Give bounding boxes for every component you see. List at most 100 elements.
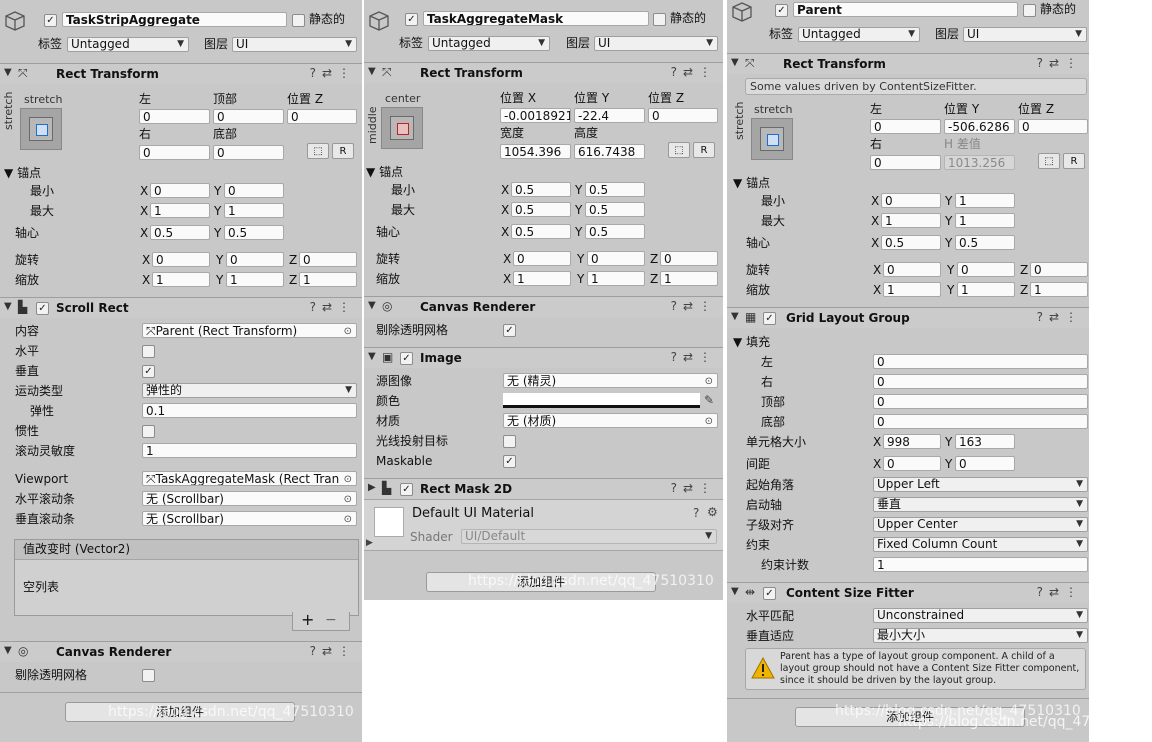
kebab-icon[interactable]: ⋮ [699, 350, 717, 364]
active-checkbox[interactable]: ✓ [405, 13, 418, 26]
scale-z-field[interactable]: 1 [1030, 282, 1088, 297]
pivot-x-field[interactable]: 0.5 [511, 224, 571, 239]
blueprint-mode-button[interactable]: ⬚ [668, 142, 690, 158]
kebab-icon[interactable]: ⋮ [1065, 56, 1083, 70]
preset-icon[interactable]: ⇄ [683, 350, 699, 364]
tag-dropdown[interactable]: Untagged ▼ [428, 36, 550, 51]
layer-dropdown[interactable]: UI ▼ [232, 37, 357, 52]
rotation-x-field[interactable]: 0 [883, 262, 941, 277]
kebab-icon[interactable]: ⋮ [338, 300, 356, 314]
object-name-field[interactable]: TaskAggregateMask [423, 11, 649, 26]
pivot-x-field[interactable]: 0.5 [150, 225, 210, 240]
anchor-min-x-field[interactable]: 0 [881, 193, 941, 208]
object-name-field[interactable]: Parent [793, 2, 1018, 17]
constraint-count-field[interactable]: 1 [873, 557, 1088, 572]
left-field[interactable]: 0 [870, 119, 941, 134]
anchor-min-y-field[interactable]: 0.5 [585, 182, 645, 197]
inertia-checkbox[interactable] [142, 425, 155, 438]
static-checkbox[interactable] [1023, 4, 1036, 17]
shader-dropdown[interactable]: UI/Default ▼ [461, 529, 717, 544]
scroll-rect-enabled-checkbox[interactable]: ✓ [36, 302, 49, 315]
rotation-z-field[interactable]: 0 [660, 251, 718, 266]
padding-top-field[interactable]: 0 [873, 394, 1088, 409]
start-corner-dropdown[interactable]: Upper Left ▼ [873, 477, 1088, 492]
collapse-triangle-icon[interactable]: ▼ [4, 301, 12, 312]
right-field[interactable]: 0 [139, 145, 210, 160]
canvas-renderer-header[interactable]: ▼ ◎ Canvas Renderer ?⇄⋮ [364, 296, 723, 317]
pos-y-field[interactable]: -506.6286 [944, 119, 1015, 134]
object-picker-icon[interactable]: ⊙ [344, 472, 352, 485]
object-picker-icon[interactable]: ⊙ [344, 512, 352, 525]
rect-transform-header[interactable]: ▼ ⤧ Rect Transform ?⇄⋮ [0, 63, 362, 84]
cull-transparent-mesh-checkbox[interactable] [142, 669, 155, 682]
active-checkbox[interactable]: ✓ [44, 14, 57, 27]
preset-icon[interactable]: ⇄ [1049, 310, 1065, 324]
kebab-icon[interactable]: ⋮ [338, 66, 356, 80]
object-picker-icon[interactable]: ⊙ [344, 324, 352, 337]
spacing-x-field[interactable]: 0 [883, 456, 941, 471]
kebab-icon[interactable]: ⋮ [699, 65, 717, 79]
anchor-min-y-field[interactable]: 1 [955, 193, 1015, 208]
object-picker-icon[interactable]: ⊙ [705, 374, 713, 387]
raw-edit-button[interactable]: R [332, 143, 354, 159]
pivot-y-field[interactable]: 0.5 [955, 235, 1015, 250]
kebab-icon[interactable]: ⋮ [1065, 585, 1083, 599]
start-axis-dropdown[interactable]: 垂直 ▼ [873, 497, 1088, 512]
preset-icon[interactable]: ⇄ [683, 65, 699, 79]
anchor-preset-button[interactable] [751, 118, 793, 160]
pivot-y-field[interactable]: 0.5 [585, 224, 645, 239]
collapse-triangle-icon[interactable]: ▼ [731, 586, 739, 597]
rotation-x-field[interactable]: 0 [513, 251, 571, 266]
rotation-y-field[interactable]: 0 [226, 252, 284, 267]
raw-edit-button[interactable]: R [1063, 153, 1085, 169]
anchor-min-y-field[interactable]: 0 [224, 183, 284, 198]
left-field[interactable]: 0 [139, 109, 210, 124]
header-tools[interactable]: ?⇄⋮ [1037, 585, 1083, 599]
help-icon[interactable]: ? [310, 300, 322, 314]
header-tools[interactable]: ?⇄⋮ [1037, 310, 1083, 324]
rotation-y-field[interactable]: 0 [957, 262, 1015, 277]
cell-size-y-field[interactable]: 163 [955, 434, 1015, 449]
right-field[interactable]: 0 [870, 155, 941, 170]
viewport-object-field[interactable]: ⤧TaskAggregateMask (Rect Tran ⊙ [142, 471, 357, 486]
rect-mask-2d-header[interactable]: ▶ ▙ ✓ Rect Mask 2D ?⇄⋮ [364, 478, 723, 499]
scroll-sensitivity-field[interactable]: 1 [142, 443, 357, 458]
blueprint-mode-button[interactable]: ⬚ [1038, 153, 1060, 169]
anchor-max-x-field[interactable]: 1 [881, 213, 941, 228]
help-icon[interactable]: ? [1037, 56, 1049, 70]
collapse-triangle-icon[interactable]: ▼ [368, 300, 376, 311]
vertical-fit-dropdown[interactable]: 最小大小 ▼ [873, 628, 1088, 643]
anchors-foldout[interactable]: ▼ 锚点 [733, 176, 770, 190]
collapse-triangle-icon[interactable]: ▼ [4, 67, 12, 78]
pos-x-field[interactable]: -0.0018921 [500, 108, 571, 123]
gear-icon[interactable]: ⚙ [707, 505, 718, 519]
layer-dropdown[interactable]: UI ▼ [594, 36, 718, 51]
header-tools[interactable]: ?⇄⋮ [310, 644, 356, 658]
grid-layout-enabled-checkbox[interactable]: ✓ [763, 312, 776, 325]
kebab-icon[interactable]: ⋮ [699, 299, 717, 313]
rotation-x-field[interactable]: 0 [152, 252, 210, 267]
content-size-fitter-enabled-checkbox[interactable]: ✓ [763, 587, 776, 600]
rect-transform-header[interactable]: ▼ ⤧ Rect Transform ?⇄⋮ [364, 62, 723, 83]
scale-z-field[interactable]: 1 [660, 271, 718, 286]
pos-z-field[interactable]: 0 [287, 109, 357, 124]
scale-y-field[interactable]: 1 [957, 282, 1015, 297]
horizontal-fit-dropdown[interactable]: Unconstrained ▼ [873, 608, 1088, 623]
rotation-z-field[interactable]: 0 [299, 252, 357, 267]
anchor-max-y-field[interactable]: 1 [224, 203, 284, 218]
vertical-checkbox[interactable]: ✓ [142, 365, 155, 378]
raw-edit-button[interactable]: R [693, 142, 715, 158]
cull-transparent-mesh-checkbox[interactable]: ✓ [503, 324, 516, 337]
movement-type-dropdown[interactable]: 弹性的 ▼ [142, 383, 357, 398]
expand-triangle-icon[interactable]: ▶ [366, 536, 373, 550]
anchor-max-x-field[interactable]: 0.5 [511, 202, 571, 217]
help-icon[interactable]: ? [671, 481, 683, 495]
header-tools[interactable]: ?⇄⋮ [671, 481, 717, 495]
raycast-target-checkbox[interactable] [503, 435, 516, 448]
pivot-x-field[interactable]: 0.5 [881, 235, 941, 250]
scale-y-field[interactable]: 1 [226, 272, 284, 287]
kebab-icon[interactable]: ⋮ [1065, 310, 1083, 324]
collapse-triangle-icon[interactable]: ▼ [731, 57, 739, 68]
child-alignment-dropdown[interactable]: Upper Center ▼ [873, 517, 1088, 532]
header-tools[interactable]: ?⇄⋮ [1037, 56, 1083, 70]
